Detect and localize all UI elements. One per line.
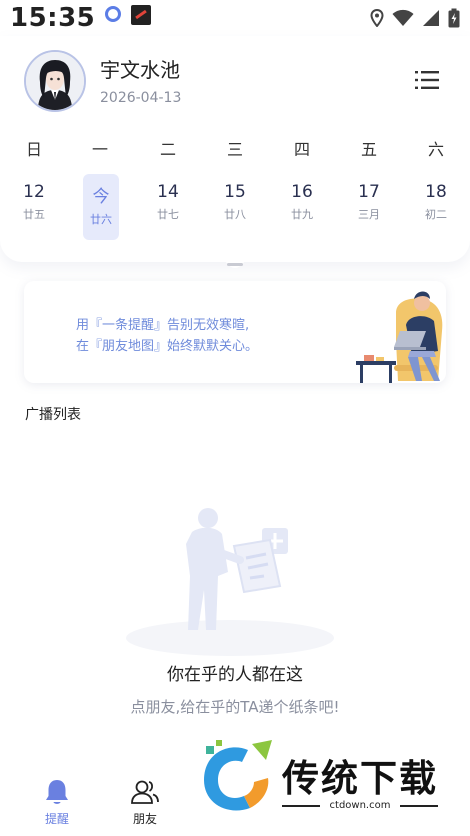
tab-label: 提醒 <box>44 812 69 826</box>
tab-label: 朋友 <box>132 812 157 826</box>
status-time: 15:35 <box>10 3 96 33</box>
watermark-logo-icon <box>204 740 272 811</box>
weekday-fri: 五 <box>360 140 377 159</box>
lunar-date: 初二 <box>425 208 447 221</box>
weekday-thu: 四 <box>293 140 310 159</box>
lunar-date: 廿八 <box>224 208 246 221</box>
banner-text-line-1: 用『一条提醒』告别无效寒暄, <box>76 318 250 333</box>
empty-state-subtitle: 点朋友,给在乎的TA递个纸条吧! <box>130 698 340 716</box>
wifi-icon <box>392 9 414 26</box>
avatar-portrait-icon <box>26 52 84 110</box>
battery-icon <box>448 8 460 28</box>
calendar-day[interactable]: 14 廿七 <box>150 174 186 240</box>
current-date: 2026-04-13 <box>100 90 182 106</box>
calendar-day-today[interactable]: 今 廿六 <box>83 174 119 240</box>
day-number: 16 <box>291 182 313 202</box>
day-number: 15 <box>224 182 246 202</box>
lunar-date: 三月 <box>358 208 380 221</box>
broadcast-section-title: 广播列表 <box>25 407 81 423</box>
day-number: 17 <box>358 182 380 202</box>
calendar-day[interactable]: 12 廿五 <box>16 174 52 240</box>
friends-icon <box>131 780 159 804</box>
app-notification-icon-2 <box>131 5 152 25</box>
menu-button[interactable] <box>413 68 441 92</box>
avatar[interactable] <box>24 50 86 112</box>
location-icon <box>370 9 384 27</box>
watermark-rule-right <box>400 805 438 807</box>
promo-banner[interactable]: 用『一条提醒』告别无效寒暄, 在『朋友地图』始终默默关心。 <box>24 281 446 383</box>
weekday-sun: 日 <box>25 140 42 159</box>
banner-text-line-2: 在『朋友地图』始终默默关心。 <box>76 339 259 354</box>
status-bar: 15:35 <box>0 0 470 36</box>
calendar-day[interactable]: 17 三月 <box>351 174 387 240</box>
day-number: 12 <box>23 182 45 202</box>
day-number: 今 <box>92 187 110 207</box>
empty-state-title: 你在乎的人都在这 <box>167 665 303 685</box>
user-name: 宇文水池 <box>100 58 180 82</box>
day-number: 14 <box>157 182 179 202</box>
watermark: 传统下载 ctdown.com <box>196 734 446 834</box>
weekday-wed: 三 <box>226 140 243 159</box>
header-card: 宇文水池 2026-04-13 日 一 二 三 四 五 六 12 廿五 今 廿六… <box>0 36 470 262</box>
bell-icon <box>46 780 68 804</box>
person-laptop-illustration <box>356 291 443 383</box>
lunar-date: 廿五 <box>23 208 45 221</box>
weekday-sat: 六 <box>427 140 444 159</box>
tab-reminders[interactable]: 提醒 <box>29 778 85 827</box>
watermark-text: 传统下载 <box>282 757 438 800</box>
lunar-date: 廿六 <box>90 213 112 226</box>
weekday-tue: 二 <box>159 140 176 159</box>
calendar-day[interactable]: 18 初二 <box>418 174 454 240</box>
lunar-date: 廿七 <box>157 208 179 221</box>
lunar-date: 廿九 <box>291 208 313 221</box>
signal-icon <box>423 10 439 26</box>
app-notification-icon <box>105 6 122 22</box>
empty-state-illustration <box>126 508 334 656</box>
list-menu-icon <box>415 71 439 89</box>
calendar-day[interactable]: 16 廿九 <box>284 174 320 240</box>
calendar-day[interactable]: 15 廿八 <box>217 174 253 240</box>
weekday-mon: 一 <box>91 140 108 159</box>
drag-handle[interactable] <box>227 263 243 266</box>
day-number: 18 <box>425 182 447 202</box>
weekday-header: 日 一 二 三 四 五 六 <box>0 136 470 160</box>
tab-friends[interactable]: 朋友 <box>117 778 173 827</box>
status-icons <box>370 8 460 28</box>
